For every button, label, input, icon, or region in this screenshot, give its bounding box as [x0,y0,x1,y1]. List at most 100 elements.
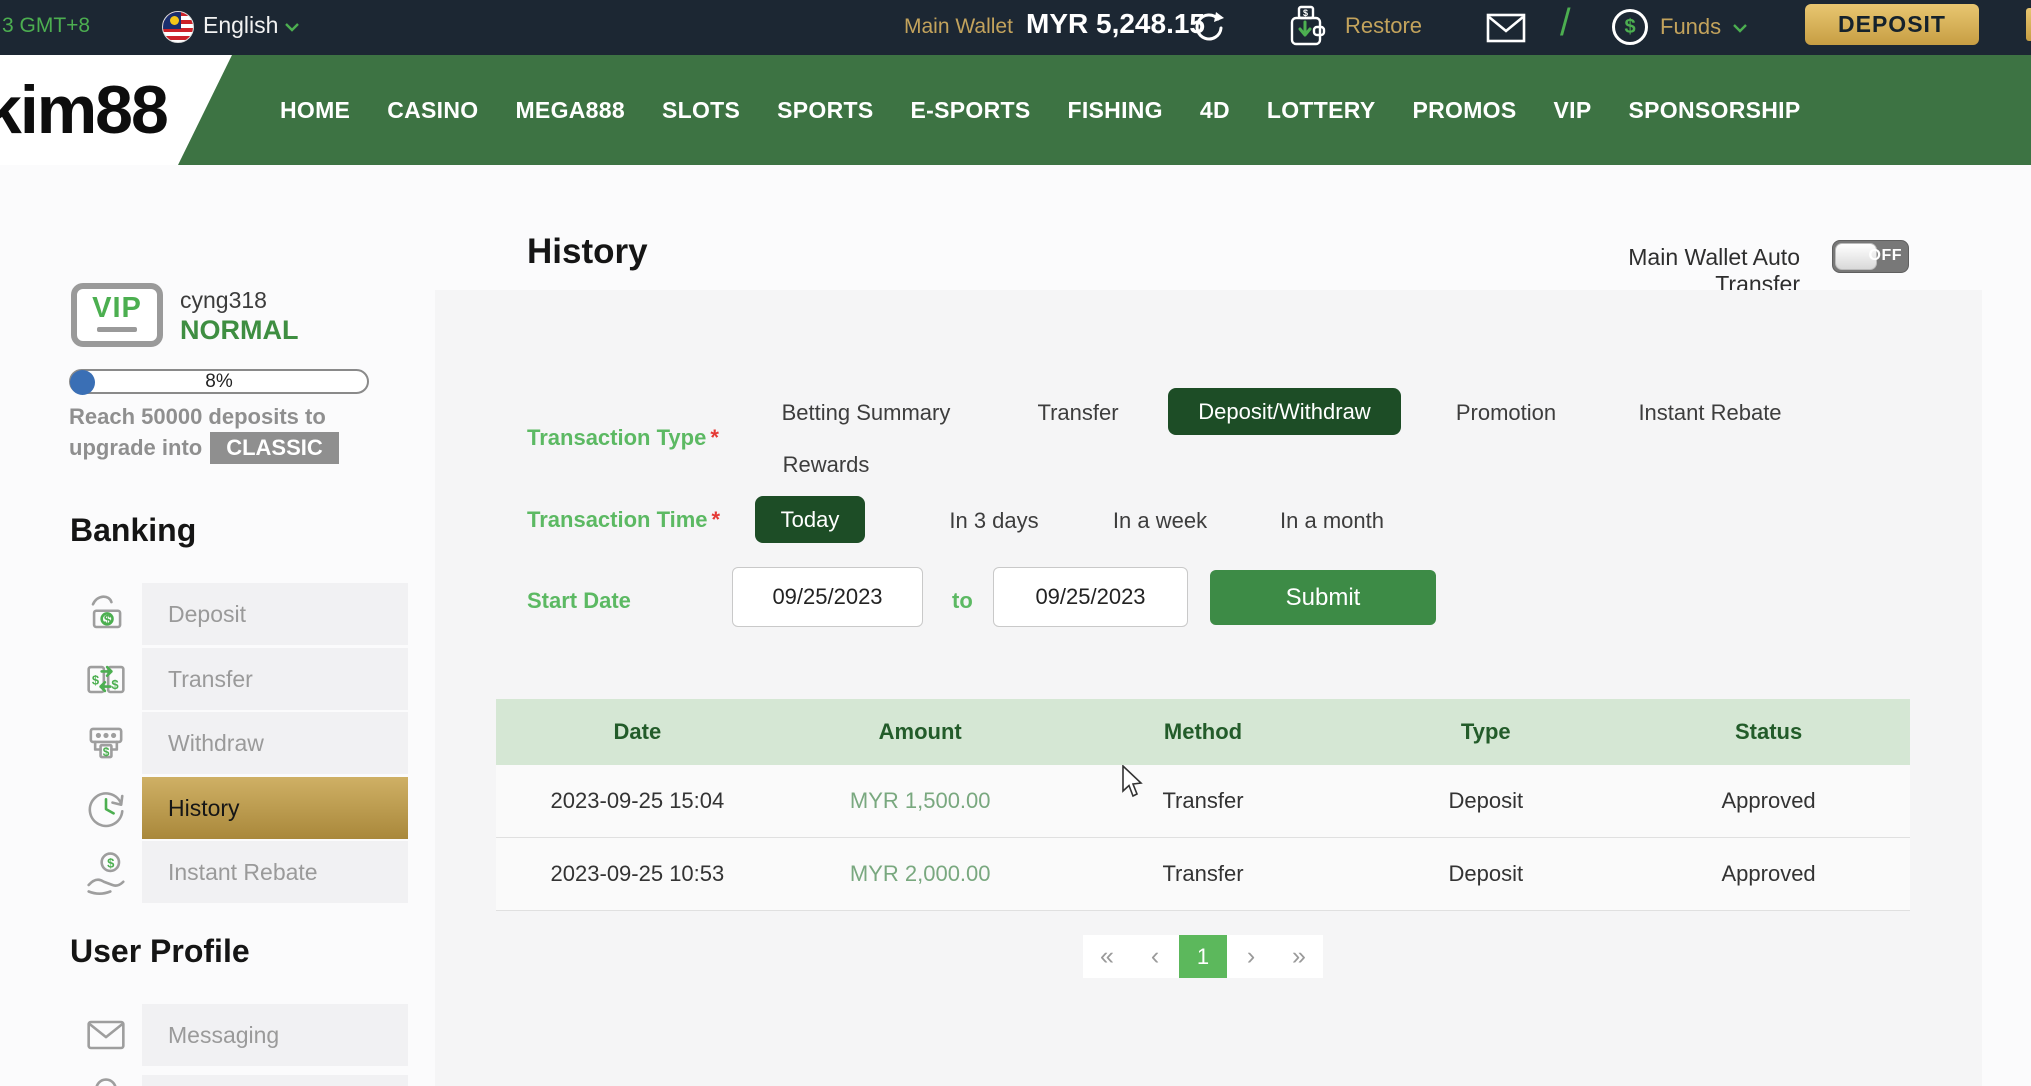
svg-text:$: $ [1303,8,1308,18]
history-table: Date Amount Method Type Status 2023-09-2… [496,699,1910,911]
sidebar-item-instant-rebate[interactable]: Instant Rebate [142,841,408,903]
nav-item-lottery[interactable]: LOTTERY [1267,97,1376,124]
nav-item-esports[interactable]: E-SPORTS [911,97,1031,124]
time-option-week[interactable]: In a week [1113,508,1207,534]
cell-method: Transfer [1062,765,1345,837]
nav-item-sports[interactable]: SPORTS [777,97,873,124]
cell-date: 2023-09-25 10:53 [496,838,779,910]
nav-item-sponsorship[interactable]: SPONSORSHIP [1628,97,1800,124]
nav-item-casino[interactable]: CASINO [387,97,478,124]
date-to-input[interactable] [993,567,1188,627]
cell-type: Deposit [1344,838,1627,910]
messaging-icon [80,1009,132,1061]
brand-logo[interactable]: kim88 [0,71,167,149]
date-from-input[interactable] [732,567,923,627]
sidebar-item-label: Transfer [168,666,253,693]
tier-progress-bar: 8% [69,369,369,394]
nav-menu: HOME CASINO MEGA888 SLOTS SPORTS E-SPORT… [280,55,1801,165]
target-tier-badge: CLASSIC [210,432,339,464]
page-title: History [527,232,648,272]
table-row: 2023-09-25 15:04 MYR 1,500.00 Transfer D… [496,765,1910,838]
nav-item-vip[interactable]: VIP [1554,97,1592,124]
col-header-method: Method [1062,699,1345,765]
sidebar-item-label: Deposit [168,601,246,628]
mail-icon[interactable] [1486,13,1526,43]
sidebar-item-deposit[interactable]: Deposit [142,583,408,645]
cell-amount: MYR 1,500.00 [779,765,1062,837]
upgrade-hint: Reach 50000 deposits to upgrade intoCLAS… [69,402,389,464]
col-header-status: Status [1627,699,1910,765]
malaysia-flag-icon[interactable] [162,11,194,43]
start-date-label: Start Date [527,588,631,614]
vip-card-icon: VIP [71,283,163,347]
nav-item-home[interactable]: HOME [280,97,350,124]
sidebar-item-withdraw[interactable]: Withdraw [142,712,408,774]
refresh-balance-icon[interactable] [1192,10,1226,44]
language-selector[interactable]: English [203,12,278,39]
instant-rebate-icon: $ [80,846,132,898]
page-last-button[interactable]: » [1275,935,1323,978]
time-option-today-selected[interactable]: Today [755,496,865,543]
time-option-3days[interactable]: In 3 days [949,508,1038,534]
auto-transfer-toggle[interactable]: OFF [1832,240,1909,273]
deposit-icon: $ [80,588,132,640]
type-option-deposit-withdraw-selected[interactable]: Deposit/Withdraw [1168,388,1401,435]
nav-item-fishing[interactable]: FISHING [1067,97,1162,124]
chevron-down-icon [1732,23,1748,33]
required-asterisk: * [710,425,719,450]
vip-badge-underline [97,327,137,332]
restore-label[interactable]: Restore [1345,13,1422,39]
sidebar-item-label: Messaging [168,1022,279,1049]
main-wallet-label: Main Wallet [904,15,1013,39]
funds-selector[interactable]: Funds [1660,14,1721,40]
transaction-type-label: Transaction Type* [527,425,719,451]
divider-slash: / [1560,2,1571,45]
type-option-betting-summary[interactable]: Betting Summary [782,400,951,426]
sidebar-item-label: Withdraw [168,730,264,757]
profile-person-icon [80,1072,132,1086]
cell-amount: MYR 2,000.00 [779,838,1062,910]
cell-date: 2023-09-25 15:04 [496,765,779,837]
nav-item-4d[interactable]: 4D [1200,97,1230,124]
username: cyng318 [180,287,267,314]
type-option-instant-rebate[interactable]: Instant Rebate [1638,400,1781,426]
logo-area[interactable]: kim88 [0,55,232,165]
cell-status: Approved [1627,838,1910,910]
nav-item-promos[interactable]: PROMOS [1412,97,1516,124]
user-profile-heading: User Profile [70,933,250,970]
page-first-button[interactable]: « [1083,935,1131,978]
table-row: 2023-09-25 10:53 MYR 2,000.00 Transfer D… [496,838,1910,911]
sidebar-item-history[interactable]: History [142,777,408,839]
svg-text:$: $ [107,856,115,871]
time-option-month[interactable]: In a month [1280,508,1384,534]
nav-item-slots[interactable]: SLOTS [662,97,740,124]
svg-text:$: $ [104,612,112,627]
svg-text:$: $ [111,677,119,692]
deposit-button[interactable]: DEPOSIT [1805,4,1979,45]
transaction-time-label: Transaction Time* [527,507,720,533]
top-bar: 3 GMT+8 English Main Wallet MYR 5,248.15… [0,0,2031,55]
page-next-button[interactable]: › [1227,935,1275,978]
type-option-rewards[interactable]: Rewards [783,452,870,478]
sidebar-item-messaging[interactable]: Messaging [142,1004,408,1066]
type-option-transfer[interactable]: Transfer [1037,400,1118,426]
withdraw-icon: $ [80,717,132,769]
cell-type: Deposit [1344,765,1627,837]
cell-status: Approved [1627,765,1910,837]
partial-next-button[interactable] [2026,8,2031,41]
submit-button[interactable]: Submit [1210,570,1436,625]
transfer-icon: $$ [80,653,132,705]
page-prev-button[interactable]: ‹ [1131,935,1179,978]
restore-wallet-icon[interactable]: $ [1284,5,1328,49]
date-range-to-label: to [952,588,973,614]
sidebar-item-label: Instant Rebate [168,859,318,886]
sidebar-item-partial[interactable] [142,1075,408,1086]
main-navigation: kim88 HOME CASINO MEGA888 SLOTS SPORTS E… [0,55,2031,165]
type-option-promotion[interactable]: Promotion [1456,400,1556,426]
sidebar-item-transfer[interactable]: Transfer [142,648,408,710]
funds-dollar-icon[interactable]: $ [1612,9,1648,45]
nav-item-mega888[interactable]: MEGA888 [515,97,624,124]
page-number-current[interactable]: 1 [1179,935,1227,978]
vip-badge-label: VIP [77,289,157,327]
mouse-cursor [1122,765,1146,799]
